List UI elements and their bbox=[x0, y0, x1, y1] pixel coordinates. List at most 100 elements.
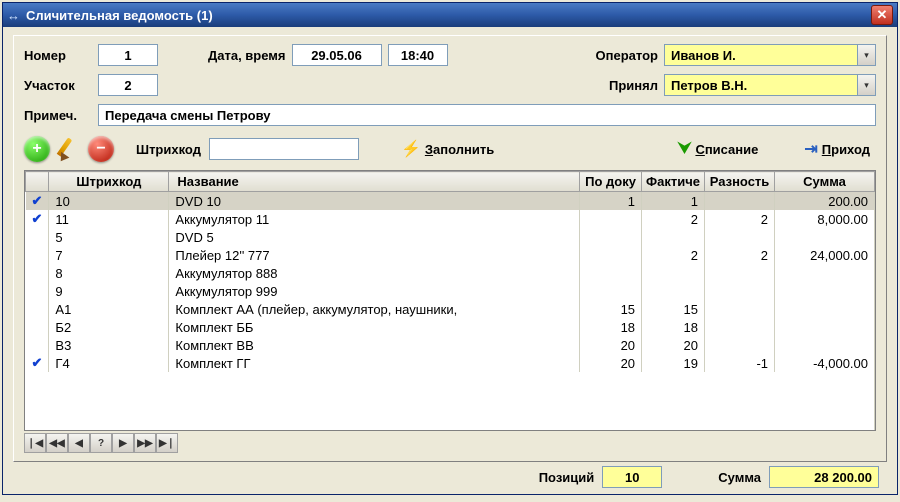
cell-code[interactable]: А1 bbox=[49, 300, 169, 318]
cell-check[interactable]: ✔ bbox=[26, 192, 49, 211]
col-doc[interactable]: По доку bbox=[580, 172, 642, 192]
cell-code[interactable]: 10 bbox=[49, 192, 169, 211]
table-row[interactable]: Б2Комплект ББ1818 bbox=[26, 318, 875, 336]
cell-code[interactable]: 5 bbox=[49, 228, 169, 246]
cell-sum[interactable]: 24,000.00 bbox=[775, 246, 875, 264]
cell-title[interactable]: Аккумулятор 999 bbox=[169, 282, 580, 300]
fill-button[interactable]: ⚡ Заполнить bbox=[395, 137, 500, 161]
nav-prev-page[interactable]: ◀◀ bbox=[46, 433, 68, 453]
writeoff-button[interactable]: ⮟ Списание bbox=[672, 138, 765, 160]
cell-diff[interactable]: 2 bbox=[705, 210, 775, 228]
cell-code[interactable]: 8 bbox=[49, 264, 169, 282]
cell-diff[interactable]: 2 bbox=[705, 246, 775, 264]
cell-check[interactable] bbox=[26, 300, 49, 318]
cell-check[interactable]: ✔ bbox=[26, 354, 49, 372]
operator-dropdown-icon[interactable]: ▾ bbox=[858, 44, 876, 66]
cell-sum[interactable] bbox=[775, 300, 875, 318]
cell-diff[interactable] bbox=[705, 300, 775, 318]
cell-doc[interactable] bbox=[580, 264, 642, 282]
cell-check[interactable] bbox=[26, 228, 49, 246]
nav-first[interactable]: ❘◀ bbox=[24, 433, 46, 453]
col-fact[interactable]: Фактиче bbox=[642, 172, 705, 192]
cell-doc[interactable] bbox=[580, 228, 642, 246]
cell-doc[interactable]: 20 bbox=[580, 336, 642, 354]
nav-next-page[interactable]: ▶▶ bbox=[134, 433, 156, 453]
nav-next[interactable]: ▶ bbox=[112, 433, 134, 453]
cell-title[interactable]: Комплект ГГ bbox=[169, 354, 580, 372]
title-bar[interactable]: ↔ Сличительная ведомость (1) ✕ bbox=[3, 3, 897, 27]
cell-code[interactable]: 7 bbox=[49, 246, 169, 264]
cell-sum[interactable]: 200.00 bbox=[775, 192, 875, 211]
cell-diff[interactable]: -1 bbox=[705, 354, 775, 372]
cell-doc[interactable] bbox=[580, 246, 642, 264]
cell-check[interactable] bbox=[26, 282, 49, 300]
cell-diff[interactable] bbox=[705, 264, 775, 282]
cell-check[interactable] bbox=[26, 264, 49, 282]
table-row[interactable]: А1Комплект АА (плейер, аккумулятор, науш… bbox=[26, 300, 875, 318]
cell-title[interactable]: DVD 5 bbox=[169, 228, 580, 246]
col-barcode[interactable]: Штрихкод bbox=[49, 172, 169, 192]
table-row[interactable]: ✔10DVD 1011200.00 bbox=[26, 192, 875, 211]
col-check[interactable] bbox=[26, 172, 49, 192]
cell-sum[interactable] bbox=[775, 264, 875, 282]
table-row[interactable]: ✔Г4Комплект ГГ2019-1-4,000.00 bbox=[26, 354, 875, 372]
cell-diff[interactable] bbox=[705, 228, 775, 246]
table-row[interactable]: ✔11Аккумулятор 11228,000.00 bbox=[26, 210, 875, 228]
cell-doc[interactable]: 15 bbox=[580, 300, 642, 318]
cell-title[interactable]: DVD 10 bbox=[169, 192, 580, 211]
number-field[interactable]: 1 bbox=[98, 44, 158, 66]
cell-fact[interactable] bbox=[642, 264, 705, 282]
col-sum[interactable]: Сумма bbox=[775, 172, 875, 192]
col-name[interactable]: Название bbox=[169, 172, 580, 192]
table-row[interactable]: 7Плейер 12'' 7772224,000.00 bbox=[26, 246, 875, 264]
cell-check[interactable] bbox=[26, 318, 49, 336]
table-row[interactable]: 8Аккумулятор 888 bbox=[26, 264, 875, 282]
close-button[interactable]: ✕ bbox=[871, 5, 893, 25]
cell-title[interactable]: Комплект АА (плейер, аккумулятор, наушни… bbox=[169, 300, 580, 318]
cell-doc[interactable]: 18 bbox=[580, 318, 642, 336]
cell-doc[interactable] bbox=[580, 282, 642, 300]
cell-code[interactable]: В3 bbox=[49, 336, 169, 354]
cell-fact[interactable]: 1 bbox=[642, 192, 705, 211]
data-table[interactable]: Штрихкод Название По доку Фактиче Разнос… bbox=[25, 171, 875, 430]
cell-sum[interactable]: -4,000.00 bbox=[775, 354, 875, 372]
cell-fact[interactable] bbox=[642, 282, 705, 300]
cell-check[interactable] bbox=[26, 336, 49, 354]
cell-fact[interactable]: 20 bbox=[642, 336, 705, 354]
cell-sum[interactable] bbox=[775, 228, 875, 246]
table-row[interactable]: В3Комплект ВВ2020 bbox=[26, 336, 875, 354]
income-button[interactable]: ⇥ Приход bbox=[798, 137, 876, 161]
cell-title[interactable]: Плейер 12'' 777 bbox=[169, 246, 580, 264]
cell-code[interactable]: 11 bbox=[49, 210, 169, 228]
cell-fact[interactable]: 2 bbox=[642, 246, 705, 264]
section-field[interactable]: 2 bbox=[98, 74, 158, 96]
cell-diff[interactable] bbox=[705, 192, 775, 211]
cell-title[interactable]: Аккумулятор 888 bbox=[169, 264, 580, 282]
delete-button[interactable]: − bbox=[88, 136, 114, 162]
col-diff[interactable]: Разность bbox=[705, 172, 775, 192]
cell-code[interactable]: Г4 bbox=[49, 354, 169, 372]
accepted-combo[interactable]: Петров В.Н. ▾ bbox=[664, 74, 876, 96]
cell-doc[interactable]: 1 bbox=[580, 192, 642, 211]
accepted-dropdown-icon[interactable]: ▾ bbox=[858, 74, 876, 96]
time-field[interactable]: 18:40 bbox=[388, 44, 448, 66]
cell-diff[interactable] bbox=[705, 282, 775, 300]
edit-button[interactable] bbox=[58, 138, 80, 160]
table-row[interactable]: 9Аккумулятор 999 bbox=[26, 282, 875, 300]
date-field[interactable]: 29.05.06 bbox=[292, 44, 382, 66]
operator-combo[interactable]: Иванов И. ▾ bbox=[664, 44, 876, 66]
nav-query[interactable]: ? bbox=[90, 433, 112, 453]
cell-title[interactable]: Аккумулятор 11 bbox=[169, 210, 580, 228]
cell-diff[interactable] bbox=[705, 336, 775, 354]
cell-fact[interactable]: 18 bbox=[642, 318, 705, 336]
cell-sum[interactable] bbox=[775, 282, 875, 300]
cell-fact[interactable]: 19 bbox=[642, 354, 705, 372]
cell-check[interactable] bbox=[26, 246, 49, 264]
cell-code[interactable]: Б2 bbox=[49, 318, 169, 336]
nav-last[interactable]: ▶❘ bbox=[156, 433, 178, 453]
cell-sum[interactable] bbox=[775, 318, 875, 336]
cell-check[interactable]: ✔ bbox=[26, 210, 49, 228]
cell-title[interactable]: Комплект ВВ bbox=[169, 336, 580, 354]
cell-title[interactable]: Комплект ББ bbox=[169, 318, 580, 336]
cell-fact[interactable]: 15 bbox=[642, 300, 705, 318]
